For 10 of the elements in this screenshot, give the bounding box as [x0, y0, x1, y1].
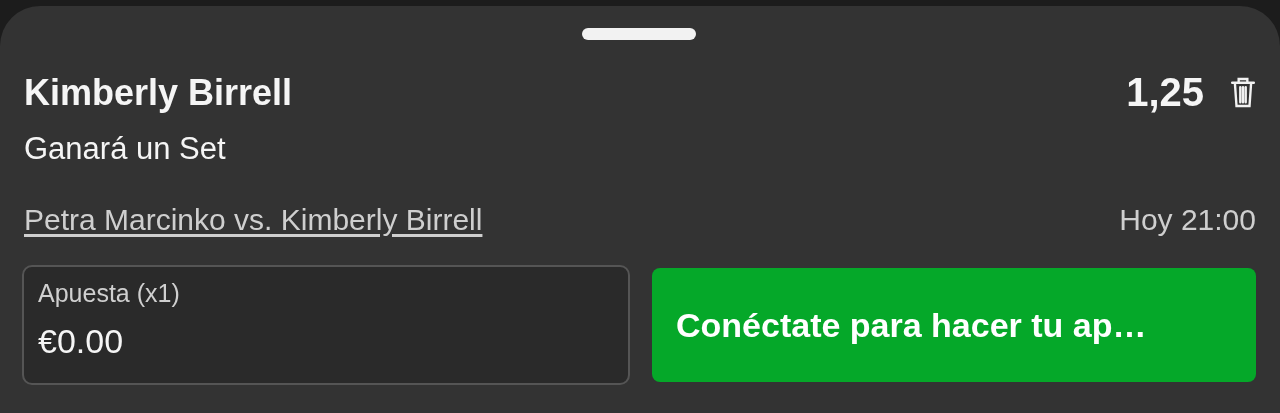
- field-label: Apuesta (x1): [38, 279, 181, 308]
- event-time: Hoy 21:00: [1119, 203, 1256, 237]
- event-link[interactable]: Petra Marcinko vs. Kimberly Birrell: [24, 203, 483, 237]
- amount-input[interactable]: €0.00: [38, 322, 614, 361]
- trash-icon[interactable]: [1230, 76, 1256, 109]
- odds: 1,25: [1126, 70, 1204, 115]
- stake-field[interactable]: Apuesta (x1) €0.00: [22, 265, 630, 385]
- selection-name: Kimberly Birrell: [24, 71, 293, 114]
- market-label: Ganará un Set: [24, 131, 226, 167]
- drag-handle[interactable]: [582, 28, 696, 40]
